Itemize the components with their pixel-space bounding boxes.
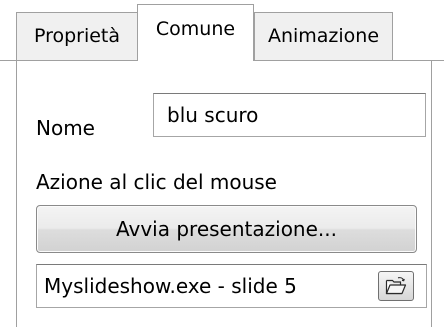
- tab-label: Animazione: [267, 25, 380, 47]
- name-input-value: blu scuro: [167, 103, 259, 127]
- tab-label: Proprietà: [33, 25, 121, 47]
- tab-page-left-border: [16, 61, 17, 327]
- browse-file-button[interactable]: [378, 271, 414, 301]
- file-path-input[interactable]: Myslideshow.exe - slide 5: [36, 264, 427, 308]
- start-presentation-button[interactable]: Avvia presentazione...: [36, 205, 417, 253]
- name-label: Nome: [36, 116, 95, 140]
- tab-animazione[interactable]: Animazione: [254, 12, 393, 60]
- name-input[interactable]: blu scuro: [153, 93, 426, 137]
- start-presentation-button-label: Avvia presentazione...: [116, 217, 337, 241]
- tab-proprieta[interactable]: Proprietà: [16, 12, 138, 60]
- tab-page-right-border: [431, 61, 432, 327]
- file-path-value: Myslideshow.exe - slide 5: [44, 274, 297, 298]
- tab-comune[interactable]: Comune: [137, 4, 254, 61]
- tab-label: Comune: [155, 17, 236, 40]
- mouse-click-action-label: Azione al clic del mouse: [36, 170, 277, 194]
- open-folder-icon: [385, 277, 407, 295]
